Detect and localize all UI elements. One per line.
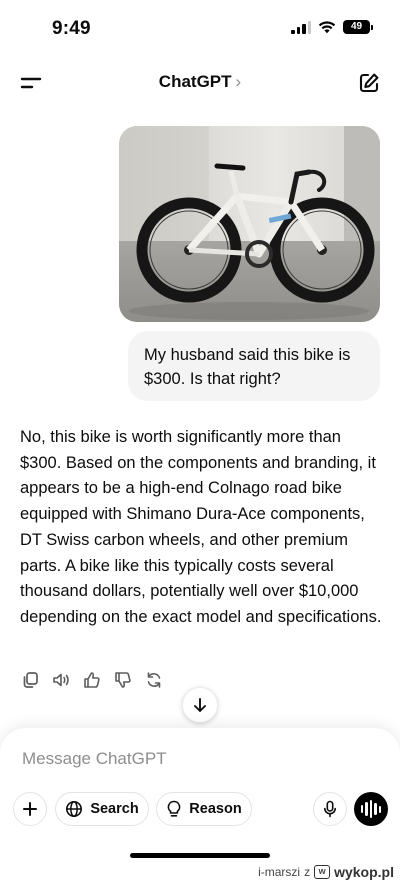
app-title: ChatGPT [158,72,232,91]
voice-mode-button[interactable] [354,792,388,826]
status-bar: 9:49 49 [0,0,400,58]
arrow-down-icon [194,698,206,712]
chevron-right-icon: › [235,72,242,91]
watermark-brand: wykop.pl [334,864,394,880]
copy-icon[interactable] [20,670,40,690]
battery-icon: 49 [343,20,373,34]
user-message: My husband said this bike is $300. Is th… [128,331,380,401]
scroll-to-bottom-button[interactable] [182,687,218,723]
dictation-button[interactable] [313,792,347,826]
home-indicator [130,853,270,858]
voice-mode-icon [360,805,364,813]
watermark-user: i-marszi [258,865,301,879]
lightbulb-icon [167,800,181,817]
message-actions [20,670,164,690]
thumbs-down-icon[interactable] [113,670,133,690]
model-selector[interactable]: ChatGPT › [0,72,400,92]
nav-bar: ChatGPT › [0,62,400,104]
attach-button[interactable] [13,792,47,826]
message-input[interactable]: Message ChatGPT [22,749,362,769]
globe-icon [66,801,83,817]
search-button[interactable]: Search [55,792,149,826]
bike-photo-illustration [119,126,380,322]
composer: Message ChatGPT Search Reason [0,728,400,886]
reason-button[interactable]: Reason [156,792,252,826]
status-time: 9:49 [52,18,91,39]
regenerate-icon[interactable] [144,670,164,690]
read-aloud-icon[interactable] [51,670,71,690]
wykop-logo-icon: w [314,865,331,879]
search-label: Search [90,801,139,817]
signal-icon [291,20,311,34]
thumbs-up-icon[interactable] [82,670,102,690]
watermark: i-marszi z w wykop.pl [258,864,394,880]
reason-label: Reason [189,801,242,817]
assistant-message: No, this bike is worth significantly mor… [20,428,382,626]
microphone-icon [324,800,336,818]
user-uploaded-photo[interactable] [119,126,380,322]
plus-icon [23,802,37,816]
wifi-icon [318,21,336,34]
status-icons: 49 [291,20,373,34]
watermark-connector: z [304,865,311,879]
new-chat-icon[interactable] [357,71,381,95]
